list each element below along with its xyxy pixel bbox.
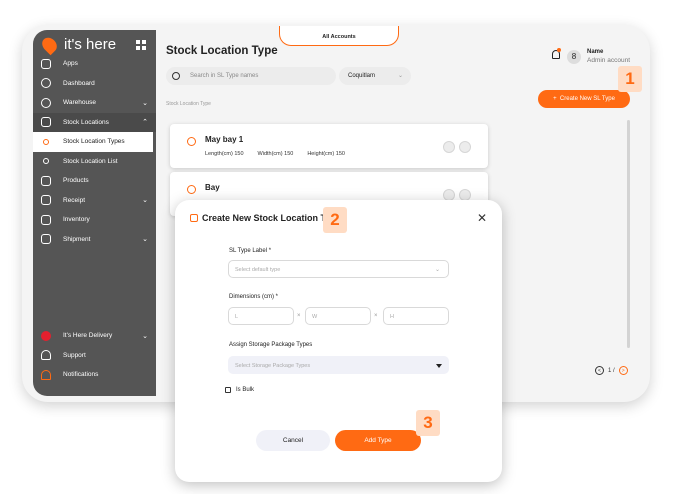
- delete-icon[interactable]: [443, 141, 455, 153]
- is-bulk-label: Is Bulk: [236, 387, 255, 393]
- account-switcher-tab[interactable]: All Accounts: [279, 26, 399, 46]
- apps-grid-icon: [41, 58, 51, 69]
- location-type-icon: [190, 214, 198, 222]
- sidebar-item-inventory[interactable]: Inventory: [33, 210, 156, 230]
- chevron-up-icon: ⌃: [142, 119, 148, 127]
- chevron-down-icon: ⌄: [397, 73, 403, 79]
- box-icon: [41, 175, 51, 186]
- sidebar-nav: Apps Dashboard Warehouse ⌄ Stock Location…: [33, 54, 156, 249]
- storage-package-label: Assign Storage Package Types: [229, 342, 313, 348]
- sidebar-item-dashboard[interactable]: Dashboard: [33, 74, 156, 94]
- height-value: 150: [335, 151, 345, 157]
- logo: it's here: [39, 34, 117, 55]
- sidebar-item-products[interactable]: Products: [33, 171, 156, 191]
- receipt-icon: [41, 195, 51, 206]
- sidebar-item-support[interactable]: Support: [33, 346, 156, 366]
- storage-package-select[interactable]: Select Storage Package Types: [228, 356, 449, 374]
- sidebar-item-stock-locations[interactable]: Stock Locations ⌃: [33, 112, 156, 132]
- sidebar-item-apps[interactable]: Apps: [33, 54, 156, 74]
- step-badge-2: 2: [323, 207, 347, 233]
- dot-icon: [43, 138, 49, 145]
- brand-name: it's here: [64, 36, 117, 53]
- storage-package-placeholder: Select Storage Package Types: [235, 363, 311, 369]
- dimensions-label: Dimensions (cm) *: [229, 294, 279, 300]
- avatar[interactable]: 8: [567, 50, 581, 64]
- length-label: Length(cm): [205, 151, 233, 157]
- sidebar-item-stock-location-list[interactable]: Stock Location List: [33, 152, 156, 172]
- prev-page-icon[interactable]: <: [595, 366, 604, 375]
- plus-icon: +: [553, 96, 560, 102]
- delivery-icon: [41, 330, 51, 341]
- sidebar-bottom: It's Here Delivery ⌄ Support Notification…: [33, 326, 156, 385]
- card-dimensions: Length(cm) 150 Width(cm) 150 Height(cm) …: [205, 151, 345, 157]
- next-page-icon[interactable]: >: [618, 366, 628, 375]
- edit-icon[interactable]: [459, 141, 471, 153]
- location-grid-icon: [41, 117, 51, 128]
- search-placeholder: Search in SL Type names: [190, 73, 259, 79]
- truck-icon: [41, 234, 51, 245]
- warehouse-icon: [41, 97, 51, 108]
- page-title: Stock Location Type: [166, 45, 278, 57]
- menu-grid-icon[interactable]: [136, 40, 146, 50]
- create-new-sl-type-button[interactable]: + Create New SL Type: [538, 90, 630, 108]
- sl-type-placeholder: Select default type: [235, 267, 281, 273]
- length-value: 150: [234, 151, 244, 157]
- city-select-value: Coquitlam: [348, 73, 376, 79]
- dot-icon: [43, 158, 49, 165]
- chevron-down-icon: ⌄: [142, 236, 148, 244]
- sl-type-card[interactable]: May bay 1 Length(cm) 150 Width(cm) 150 H…: [170, 124, 488, 168]
- is-bulk-checkbox[interactable]: Is Bulk: [225, 387, 254, 393]
- chevron-down-icon: ⌄: [434, 267, 440, 273]
- cancel-button[interactable]: Cancel: [256, 430, 330, 451]
- length-input[interactable]: L: [228, 307, 294, 325]
- add-type-button[interactable]: Add Type: [335, 430, 421, 451]
- sl-type-select[interactable]: Select default type ⌄: [228, 260, 449, 278]
- location-type-icon: [187, 137, 196, 146]
- chevron-down-icon: ⌄: [142, 332, 148, 340]
- checkbox-box: [225, 387, 231, 393]
- card-name: May bay 1: [205, 135, 244, 144]
- modal-title: Create New Stock Location Type: [190, 213, 341, 223]
- create-button-label: Create New SL Type: [559, 96, 615, 102]
- sidebar-item-receipt[interactable]: Receipt ⌄: [33, 191, 156, 211]
- user-role: Admin account: [587, 57, 630, 64]
- chevron-down-icon: ⌄: [142, 197, 148, 205]
- times-separator: ×: [374, 313, 378, 319]
- caret-down-icon: [436, 364, 442, 368]
- width-label: Width(cm): [257, 151, 283, 157]
- height-label: Height(cm): [307, 151, 335, 157]
- width-value: 150: [284, 151, 294, 157]
- sidebar-item-warehouse[interactable]: Warehouse ⌄: [33, 93, 156, 113]
- card-actions: [443, 141, 471, 153]
- height-input[interactable]: H: [383, 307, 449, 325]
- sl-type-label: SL Type Label *: [229, 248, 272, 254]
- width-input[interactable]: W: [305, 307, 371, 325]
- page-indicator: 1 /: [608, 367, 615, 374]
- step-badge-3: 3: [416, 410, 440, 436]
- notification-dot: [557, 48, 561, 52]
- city-select[interactable]: Coquitlam ⌄: [339, 67, 411, 85]
- close-icon[interactable]: ✕: [477, 211, 487, 225]
- location-pin-icon: [39, 34, 60, 55]
- bell-icon: [41, 369, 51, 380]
- pagination: < 1 / >: [595, 366, 628, 375]
- location-type-icon: [187, 185, 196, 194]
- scrollbar[interactable]: [627, 120, 630, 348]
- search-input[interactable]: Search in SL Type names: [166, 67, 336, 85]
- card-name: Bay: [205, 183, 220, 192]
- times-separator: ×: [297, 313, 301, 319]
- search-icon: [172, 72, 180, 80]
- chevron-down-icon: ⌄: [142, 99, 148, 107]
- user-name: Name: [587, 49, 604, 55]
- headset-icon: [41, 350, 51, 361]
- breadcrumb[interactable]: Stock Location Type: [166, 101, 211, 107]
- step-badge-1: 1: [618, 66, 642, 92]
- sidebar-item-stock-location-types[interactable]: Stock Location Types: [33, 132, 153, 152]
- sidebar-item-shipment[interactable]: Shipment ⌄: [33, 230, 156, 250]
- sidebar: it's here Apps Dashboard Warehouse ⌄ Stoc…: [33, 30, 156, 396]
- gauge-icon: [41, 78, 51, 89]
- sidebar-item-its-here-delivery[interactable]: It's Here Delivery ⌄: [33, 326, 156, 346]
- inventory-icon: [41, 214, 51, 225]
- sidebar-item-notifications[interactable]: Notifications: [33, 365, 156, 385]
